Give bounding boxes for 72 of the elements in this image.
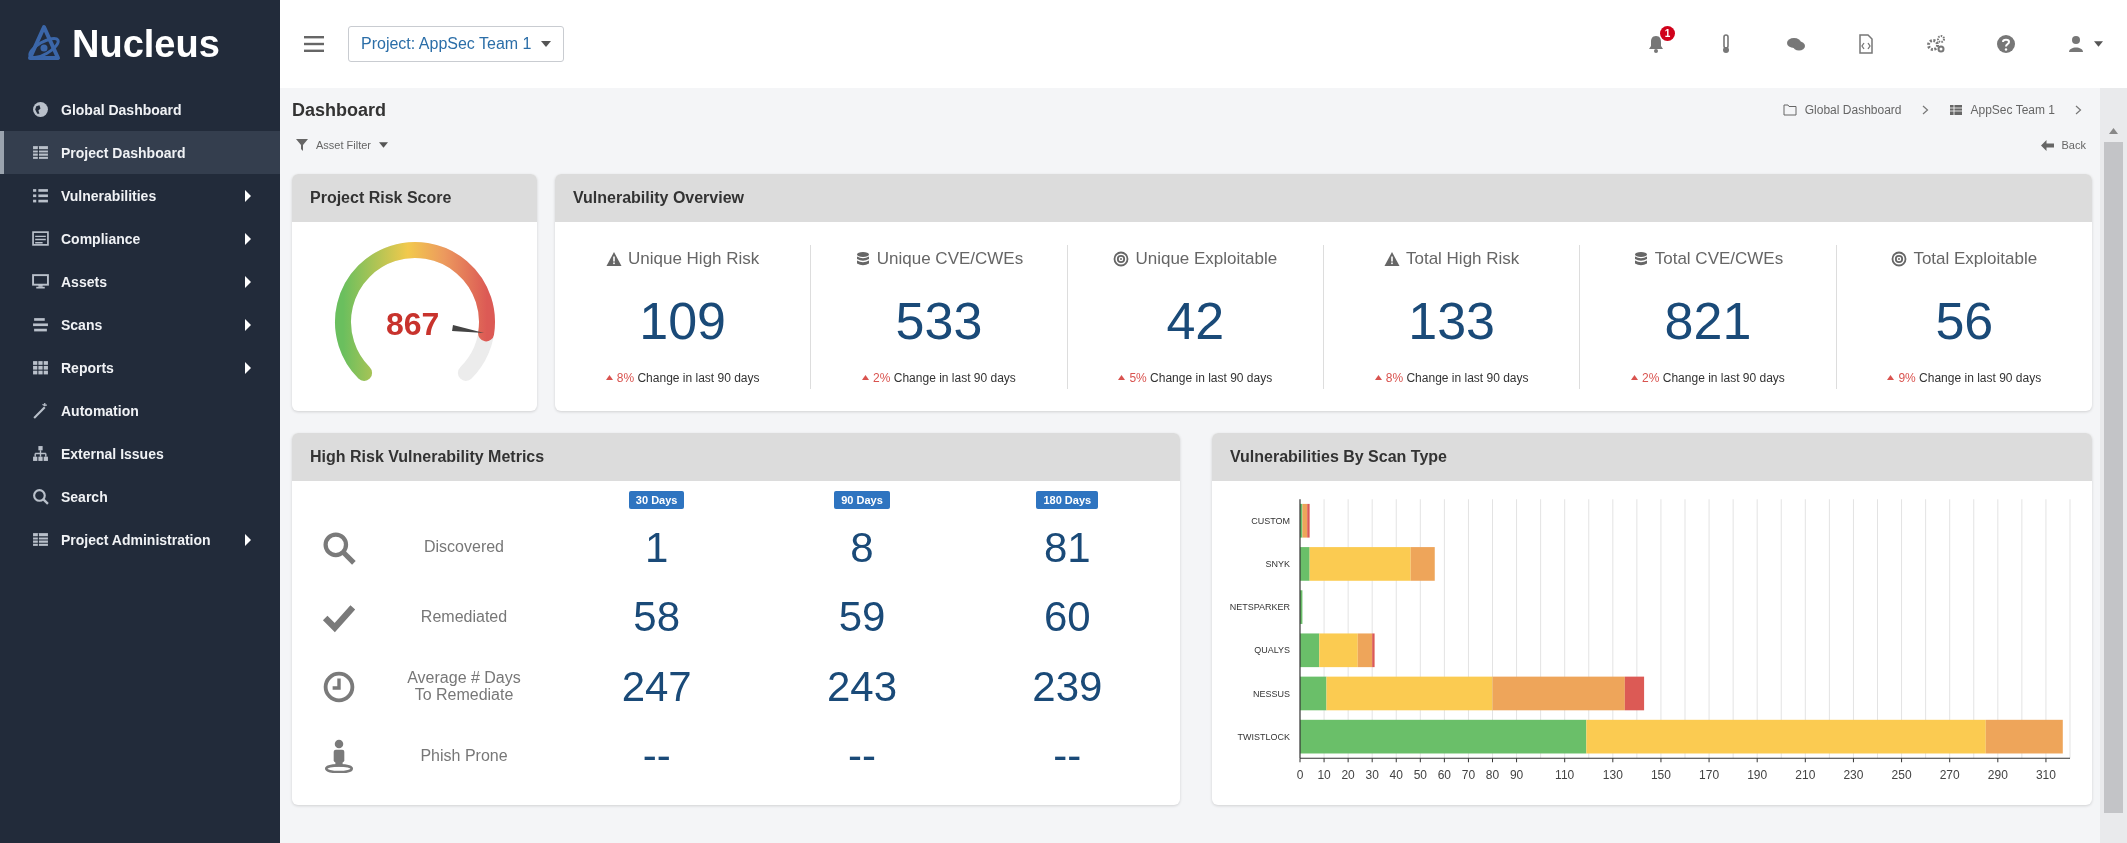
- period-label: 180 Days: [1036, 491, 1099, 509]
- metric-value: 109: [639, 290, 727, 351]
- axis-label: 290: [1987, 767, 2008, 782]
- category-label: SNYK: [1265, 558, 1290, 569]
- change-text: 9% Change in last 90 days: [1898, 370, 2042, 385]
- change-text: 8% Change in last 90 days: [1385, 370, 1529, 385]
- category-label: QUALYS: [1254, 645, 1290, 656]
- metric-value: 58: [632, 593, 681, 642]
- axis-label: 20: [1341, 767, 1355, 782]
- metric-value: 81: [1042, 523, 1092, 572]
- axis-label: 80: [1485, 767, 1500, 782]
- card-title: High Risk Vulnerability Metrics: [292, 433, 1180, 481]
- metric-value: 133: [1408, 290, 1496, 351]
- change-text: 8% Change in last 90 days: [616, 370, 760, 385]
- axis-label: 270: [1939, 767, 1960, 782]
- metric-value: 8: [849, 523, 875, 572]
- axis-label: 210: [1795, 767, 1816, 782]
- metric-value: 42: [1166, 290, 1225, 351]
- change-text: 2% Change in last 90 days: [873, 370, 1016, 385]
- metric-value: --: [847, 732, 877, 781]
- notification-badge: 1: [1660, 26, 1675, 41]
- axis-label: 170: [1699, 767, 1720, 782]
- axis-label: 70: [1461, 767, 1476, 782]
- card-title: Project Risk Score: [292, 174, 537, 222]
- metric-label: Unique High Risk: [628, 248, 760, 269]
- axis-label: 110: [1555, 767, 1575, 782]
- app-logo: Nucleus: [72, 22, 220, 66]
- card-title: Vulnerabilities By Scan Type: [1212, 433, 2092, 481]
- metric-value: 1: [644, 523, 670, 572]
- change-text: 2% Change in last 90 days: [1642, 370, 1785, 385]
- category-label: NETSPARKER: [1229, 602, 1290, 613]
- metric-value: 533: [895, 290, 983, 351]
- metric-value: 239: [1031, 662, 1104, 711]
- metric-label: Total High Risk: [1405, 248, 1520, 269]
- axis-label: 190: [1747, 767, 1768, 782]
- metric-label: Unique Exploitable: [1135, 248, 1278, 269]
- period-label: 90 Days: [834, 491, 890, 509]
- axis-label: 30: [1365, 767, 1379, 782]
- change-text: 5% Change in last 90 days: [1129, 370, 1273, 385]
- category-label: CUSTOM: [1251, 515, 1290, 526]
- risk-score: 867: [386, 306, 440, 343]
- metric-label: Total CVE/CWEs: [1654, 248, 1784, 269]
- axis-label: 230: [1843, 767, 1864, 782]
- metric-label: Total Exploitable: [1913, 248, 2038, 269]
- metric-value: --: [641, 732, 672, 781]
- metric-label: Unique CVE/CWEs: [876, 248, 1024, 269]
- metric-value: 243: [825, 662, 899, 711]
- metric-label: Discovered: [424, 539, 504, 557]
- axis-label: 250: [1891, 767, 1912, 782]
- metric-value: 247: [620, 662, 693, 711]
- category-label: NESSUS: [1253, 688, 1290, 699]
- axis-label: 310: [2035, 767, 2056, 782]
- metric-value: 60: [1042, 593, 1092, 642]
- metric-value: 59: [837, 593, 887, 642]
- category-label: TWISTLOCK: [1237, 731, 1290, 742]
- axis-label: 60: [1437, 767, 1452, 782]
- period-label: 30 Days: [628, 491, 685, 509]
- metric-label: Average # Days To Remediate: [406, 669, 522, 704]
- metric-value: 821: [1664, 290, 1752, 351]
- axis-label: 50: [1413, 767, 1427, 782]
- axis-label: 40: [1389, 767, 1403, 782]
- metric-value: --: [1052, 732, 1083, 781]
- axis-label: 0: [1296, 767, 1304, 782]
- axis-label: 10: [1317, 767, 1331, 782]
- metric-label: Remediated: [420, 608, 508, 626]
- metric-label: Phish Prone: [420, 747, 508, 765]
- metric-value: 56: [1935, 290, 1994, 351]
- card-title: Vulnerability Overview: [555, 174, 2092, 222]
- page-title: Dashboard: [292, 99, 387, 121]
- axis-label: 130: [1602, 767, 1623, 782]
- axis-label: 150: [1650, 767, 1671, 782]
- axis-label: 90: [1509, 767, 1524, 782]
